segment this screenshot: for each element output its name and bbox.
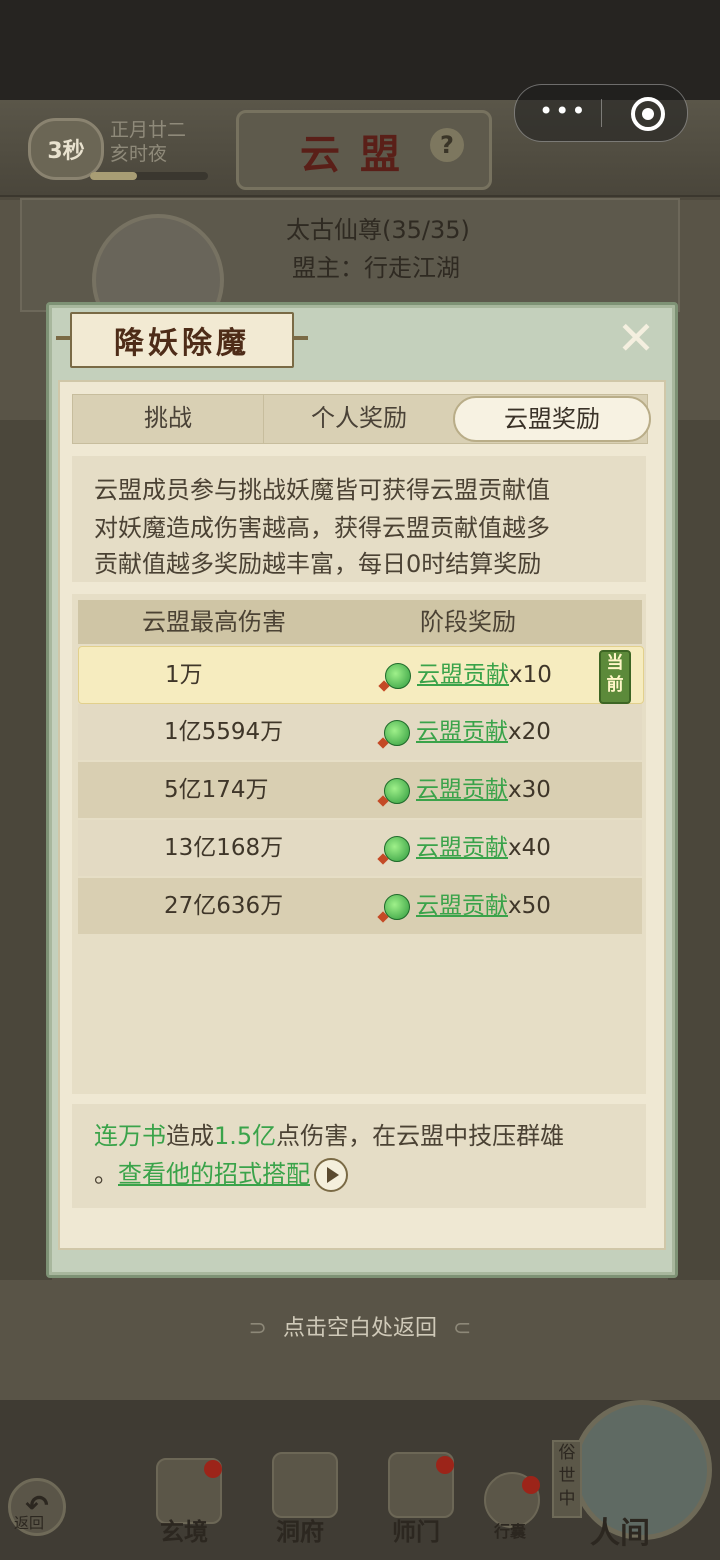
player-name-link[interactable]: 连万书 [94,1122,166,1150]
row-damage: 5亿174万 [164,777,269,803]
row-damage: 1万 [165,662,203,688]
reward-item-link[interactable]: 云盟贡献 [417,662,509,688]
back-label: 返回 [14,1514,45,1532]
jade-token-icon [384,720,410,746]
note-text: 造成 [166,1122,214,1150]
reward-qty: x10 [509,662,552,688]
current-stage-badge: 当前 [599,650,631,704]
league-leader: 盟主：行走江湖 [292,254,460,282]
note-damage-value: 1.5亿 [214,1122,277,1150]
reward-qty: x30 [508,777,551,803]
reward-qty: x20 [508,719,551,745]
row-damage: 27亿636万 [164,893,284,919]
play-icon[interactable] [314,1158,348,1192]
jade-token-icon [384,778,410,804]
reward-item-link[interactable]: 云盟贡献 [416,777,508,803]
note-line: 连万书造成1.5亿点伤害，在云盟中技压群雄 [94,1116,564,1151]
description-line: 云盟成员参与挑战妖魔皆可获得云盟贡献值 [94,476,550,504]
jade-token-icon [384,836,410,862]
dialog-title-plate: 降妖除魔 [56,312,308,368]
jade-token-icon [385,663,411,689]
row-damage: 1亿5594万 [164,719,284,745]
pavilion-icon[interactable] [272,1452,338,1518]
target-close-icon[interactable] [631,97,665,131]
more-dots-icon[interactable]: ••• [539,97,587,125]
header-stage-reward: 阶段奖励 [420,608,516,636]
note-text: 点伤害，在云盟中技压群雄 [276,1122,565,1150]
row-reward: 云盟贡献x10 [417,647,552,703]
description-line: 对妖魔造成伤害越高，获得云盟贡献值越多 [94,514,550,542]
description-box: 云盟成员参与挑战妖魔皆可获得云盟贡献值 对妖魔造成伤害越高，获得云盟贡献值越多 … [72,456,646,582]
league-name: 太古仙尊(35/35) [286,216,470,244]
table-row: 1万 云盟贡献x10 当前 [78,646,644,704]
tab-bar: 挑战 个人奖励 云盟奖励 [72,394,651,444]
reward-item-link[interactable]: 云盟贡献 [416,835,508,861]
world-status-tag: 俗世中 [552,1440,582,1518]
header-max-damage: 云盟最高伤害 [142,608,286,636]
table-row: 13亿168万 云盟贡献x40 [78,820,642,876]
timer-badge: 3秒 [28,118,104,180]
help-icon[interactable]: ? [430,128,464,162]
tap-return-label: 点击空白处返回 [282,1316,437,1341]
row-reward: 云盟贡献x50 [416,878,551,934]
reward-qty: x40 [508,835,551,861]
scroll-curl-icon: ⊂ [453,1316,472,1341]
nav-dongfu[interactable]: 洞府 [276,1512,324,1547]
reward-item-link[interactable]: 云盟贡献 [416,893,508,919]
page-title: 云盟 [300,131,420,178]
jade-token-icon [384,894,410,920]
tap-blank-to-return[interactable]: ⊃ 点击空白处返回 ⊂ [0,1310,720,1342]
description-line: 贡献值越多奖励越丰富，每日0时结算奖励 [94,550,542,578]
notification-dot [436,1456,454,1474]
row-reward: 云盟贡献x30 [416,762,551,818]
time-progress-bar [90,172,208,180]
nav-shimen[interactable]: 师门 [392,1512,440,1547]
scene-left-decoration [0,420,52,1280]
row-reward: 云盟贡献x40 [416,820,551,876]
table-row: 1亿5594万 云盟贡献x20 [78,704,642,760]
capsule-divider [601,99,602,127]
reward-qty: x50 [508,893,551,919]
world-status-text: 俗世中 [558,1443,576,1509]
row-damage: 13亿168万 [164,835,284,861]
mini-program-capsule: ••• [514,84,688,142]
tab-challenge[interactable]: 挑战 [73,395,263,443]
tab-personal-reward[interactable]: 个人奖励 [263,395,454,443]
nav-xuanjing[interactable]: 玄境 [160,1512,208,1547]
tab-league-reward[interactable]: 云盟奖励 [453,396,651,442]
notification-dot [522,1476,540,1494]
dialog-title: 降妖除魔 [114,326,250,361]
note-period: 。 [94,1160,118,1188]
note-line: 。查看他的招式搭配 [94,1154,348,1192]
table-header: 云盟最高伤害 阶段奖励 [78,600,642,644]
lunar-date-line2: 亥时夜 [110,143,168,165]
notification-dot [204,1460,222,1478]
reward-item-link[interactable]: 云盟贡献 [416,719,508,745]
lunar-date: 正月廿二 亥时夜 [110,118,186,166]
top-player-note: 连万书造成1.5亿点伤害，在云盟中技压群雄 。查看他的招式搭配 [72,1104,646,1208]
nav-renjian[interactable]: 人间 [590,1508,650,1552]
row-reward: 云盟贡献x20 [416,704,551,760]
table-row: 27亿636万 云盟贡献x50 [78,878,642,934]
close-icon[interactable]: ✕ [612,315,660,364]
table-row: 5亿174万 云盟贡献x30 [78,762,642,818]
nav-xingnang[interactable]: 行囊 [494,1518,526,1542]
scroll-curl-icon: ⊃ [248,1316,267,1341]
lunar-date-line1: 正月廿二 [110,119,187,141]
view-moves-link[interactable]: 查看他的招式搭配 [118,1160,310,1188]
